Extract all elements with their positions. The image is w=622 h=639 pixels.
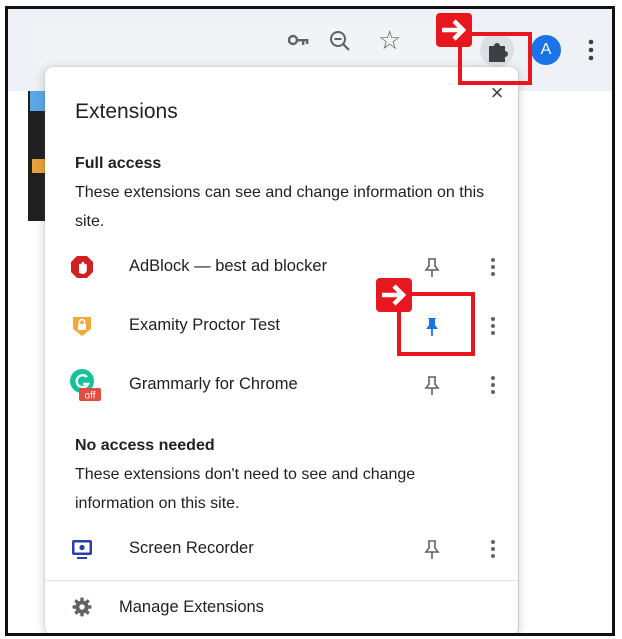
popup-title: Extensions — [75, 100, 178, 123]
web-page-background-right — [518, 91, 612, 633]
address-bar[interactable] — [32, 24, 484, 66]
pin-icon[interactable] — [419, 536, 445, 562]
zoom-icon[interactable] — [328, 29, 352, 58]
grammarly-off-badge: off — [85, 391, 96, 402]
extension-label: AdBlock — best ad blocker — [129, 257, 328, 275]
extension-row-screen-recorder[interactable]: Screen Recorder — [45, 522, 518, 578]
examity-icon — [69, 313, 95, 339]
adblock-icon — [69, 254, 95, 280]
extension-row-adblock[interactable]: AdBlock — best ad blocker — [45, 240, 518, 296]
full-access-description: These extensions can see and change info… — [75, 184, 485, 230]
arrow-right-icon — [436, 13, 472, 47]
extension-label: Screen Recorder — [129, 539, 254, 557]
pin-icon[interactable] — [419, 254, 445, 280]
star-icon[interactable]: ☆ — [378, 27, 401, 53]
screen-recorder-icon — [69, 536, 95, 562]
manage-extensions-label: Manage Extensions — [119, 598, 264, 616]
more-vert-icon[interactable] — [485, 536, 501, 562]
more-vert-icon[interactable] — [485, 254, 501, 280]
extension-row-grammarly[interactable]: off Grammarly for Chrome — [45, 358, 518, 414]
arrow-right-icon — [376, 278, 412, 312]
pin-icon[interactable] — [419, 372, 445, 398]
profile-avatar[interactable]: A — [531, 35, 561, 65]
screenshot-frame: ☆ A Extensions × Full access These exten… — [5, 6, 615, 636]
grammarly-icon: off — [69, 368, 103, 402]
divider — [45, 580, 518, 581]
more-vert-icon[interactable] — [485, 372, 501, 398]
web-page-background — [8, 91, 52, 621]
no-access-description: These extensions don't need to see and c… — [75, 466, 416, 512]
more-vert-icon[interactable] — [485, 313, 501, 339]
more-vert-icon[interactable] — [588, 39, 594, 66]
key-icon[interactable] — [287, 32, 310, 53]
extension-label: Grammarly for Chrome — [129, 375, 298, 393]
full-access-heading: Full access — [75, 155, 162, 172]
manage-extensions-button[interactable]: Manage Extensions — [45, 582, 518, 632]
gear-icon — [71, 596, 93, 618]
no-access-heading: No access needed — [75, 437, 215, 454]
extension-label: Examity Proctor Test — [129, 316, 280, 334]
